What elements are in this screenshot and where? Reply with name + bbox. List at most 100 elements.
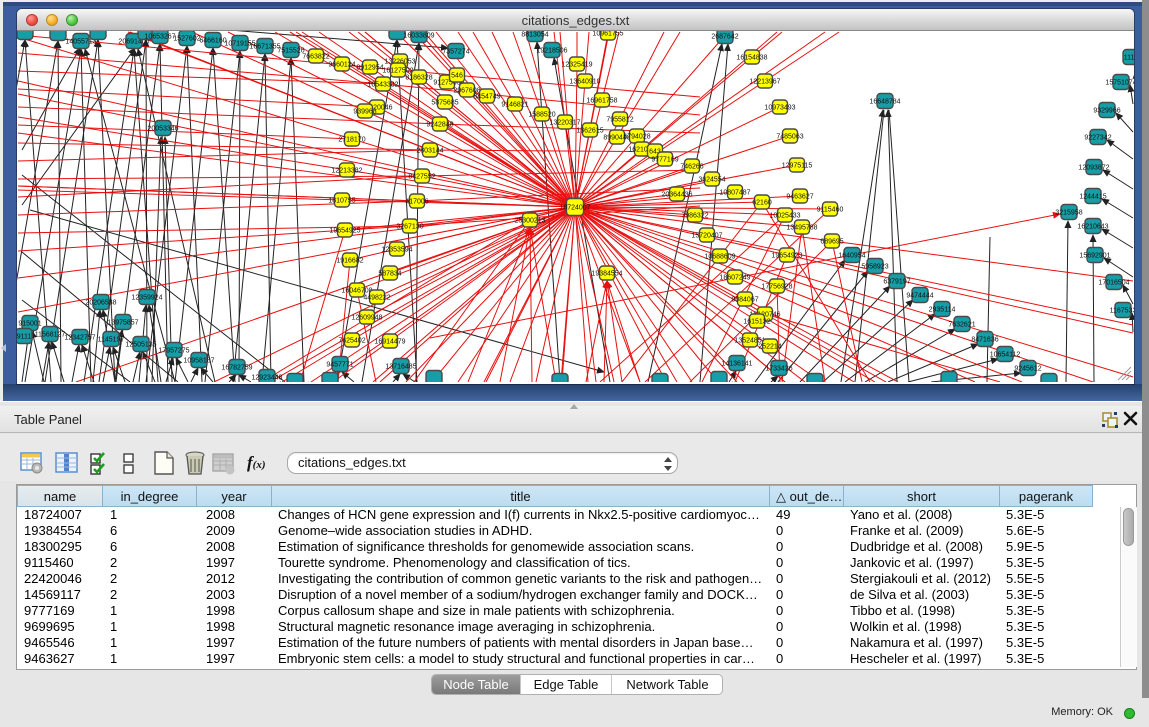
svg-text:2935114: 2935114 <box>929 307 956 314</box>
svg-text:12213382: 12213382 <box>331 168 362 175</box>
svg-text:6794028: 6794028 <box>623 134 650 141</box>
svg-text:9084067: 9084067 <box>731 297 758 304</box>
svg-text:546: 546 <box>451 73 463 80</box>
svg-text:10958187: 10958187 <box>183 358 214 365</box>
svg-text:19384554: 19384554 <box>591 271 622 278</box>
svg-text:9227342: 9227342 <box>1084 135 1111 142</box>
svg-text:18607249: 18607249 <box>719 275 750 282</box>
svg-text:16127502: 16127502 <box>382 68 413 75</box>
svg-text:16782759: 16782759 <box>221 365 252 372</box>
svg-text:7986322: 7986322 <box>681 213 708 220</box>
svg-text:13640910: 13640910 <box>569 79 600 86</box>
svg-text:9777169: 9777169 <box>651 157 678 164</box>
svg-text:9242848: 9242848 <box>426 122 453 129</box>
svg-text:1588520: 1588520 <box>528 112 555 119</box>
svg-text:1362615: 1362615 <box>576 128 603 135</box>
svg-text:19654925: 19654925 <box>329 228 360 235</box>
svg-text:20053346: 20053346 <box>147 126 178 133</box>
svg-text:16154838: 16154838 <box>736 55 767 62</box>
svg-text:12359924: 12359924 <box>131 295 162 302</box>
svg-text:7357274: 7357274 <box>442 49 469 56</box>
svg-text:5875685: 5875685 <box>431 100 458 107</box>
svg-text:1145197: 1145197 <box>98 337 125 344</box>
svg-text:3267130: 3267130 <box>396 224 423 231</box>
svg-text:7632621: 7632621 <box>948 322 975 329</box>
svg-text:4498222: 4498222 <box>363 295 390 302</box>
svg-text:9474444: 9474444 <box>906 293 933 300</box>
svg-text:9115460: 9115460 <box>817 207 844 214</box>
svg-text:19654923: 19654923 <box>771 253 802 260</box>
svg-text:15751074: 15751074 <box>1105 80 1134 87</box>
svg-text:12505135: 12505135 <box>125 342 156 349</box>
svg-text:2687642: 2687642 <box>711 34 738 41</box>
svg-text:10543382: 10543382 <box>367 82 398 89</box>
svg-text:10807487: 10807487 <box>719 190 750 197</box>
svg-text:8912954: 8912954 <box>356 65 383 72</box>
svg-text:20364436: 20364436 <box>661 192 692 199</box>
svg-text:1810755: 1810755 <box>328 198 355 205</box>
svg-text:9245612: 9245612 <box>1014 366 1041 373</box>
svg-text:13716485: 13716485 <box>385 364 416 371</box>
svg-text:2803144: 2803144 <box>416 148 443 155</box>
svg-text:10653267: 10653267 <box>144 34 175 41</box>
svg-text:16914479: 16914479 <box>374 339 405 346</box>
svg-text:16033809: 16033809 <box>403 33 434 40</box>
svg-text:6466160: 6466160 <box>199 38 226 45</box>
svg-text:7663822: 7663822 <box>302 54 329 61</box>
svg-text:20206538: 20206538 <box>85 300 116 307</box>
svg-text:417006: 417006 <box>405 199 428 206</box>
svg-text:7485063: 7485063 <box>776 134 803 141</box>
svg-text:8186328: 8186328 <box>405 75 432 82</box>
svg-text:13975857: 13975857 <box>107 320 138 327</box>
svg-text:16671355: 16671355 <box>249 44 280 51</box>
svg-text:17016504: 17016504 <box>1098 280 1129 287</box>
svg-text:12923448: 12923448 <box>251 375 282 382</box>
svg-text:9463627: 9463627 <box>786 194 813 201</box>
svg-text:16046708: 16046708 <box>341 288 372 295</box>
svg-text:10961755: 10961755 <box>592 31 623 38</box>
svg-text:8427552: 8427552 <box>408 174 435 181</box>
svg-text:10973493: 10973493 <box>764 105 795 112</box>
svg-text:15692901: 15692901 <box>1079 253 1110 260</box>
svg-text:12213967: 12213967 <box>749 79 780 86</box>
svg-text:7625402: 7625402 <box>338 338 365 345</box>
svg-text:9146821: 9146821 <box>501 102 528 109</box>
svg-text:10025433: 10025433 <box>769 213 800 220</box>
svg-text:587834: 587834 <box>378 271 401 278</box>
svg-text:746266: 746266 <box>680 164 703 171</box>
svg-text:11568127: 11568127 <box>35 332 66 339</box>
svg-text:6379197: 6379197 <box>883 279 910 286</box>
svg-text:9329966: 9329966 <box>1093 108 1120 115</box>
svg-text:1615132: 1615132 <box>743 319 770 326</box>
svg-text:12353594: 12353594 <box>381 247 412 254</box>
svg-text:12609948: 12609948 <box>351 315 382 322</box>
svg-text:689695: 689695 <box>820 239 843 246</box>
svg-text:12342757: 12342757 <box>64 335 95 342</box>
svg-text:62160: 62160 <box>752 200 772 207</box>
svg-text:7955812: 7955812 <box>606 117 633 124</box>
svg-text:16648784: 16648784 <box>869 99 900 106</box>
svg-text:1244415: 1244415 <box>1079 194 1106 201</box>
svg-text:1527602: 1527602 <box>173 36 200 43</box>
svg-text:1733426: 1733426 <box>765 366 792 373</box>
svg-text:12975115: 12975115 <box>782 163 813 170</box>
svg-text:9111: 9111 <box>17 334 31 341</box>
svg-text:915001: 915001 <box>18 321 41 328</box>
svg-text:3624554: 3624554 <box>698 177 725 184</box>
svg-text:5958923: 5958923 <box>861 264 888 271</box>
svg-text:939968: 939968 <box>353 109 376 116</box>
svg-text:1916682: 1916682 <box>336 258 363 265</box>
svg-text:17957275: 17957275 <box>158 348 189 355</box>
svg-text:9660124: 9660124 <box>328 62 355 69</box>
svg-text:12093872: 12093872 <box>1078 165 1109 172</box>
svg-text:8471636: 8471636 <box>971 337 998 344</box>
svg-text:12325419: 12325419 <box>561 62 592 69</box>
svg-text:10688609: 10688609 <box>704 254 735 261</box>
svg-text:1112: 1112 <box>1124 55 1134 62</box>
svg-text:16210643: 16210643 <box>1077 224 1108 231</box>
svg-text:9457771: 9457771 <box>326 362 353 369</box>
svg-text:1167533: 1167533 <box>1110 308 1134 315</box>
svg-text:19218506: 19218506 <box>536 48 567 55</box>
svg-text:7515526: 7515526 <box>277 48 304 55</box>
svg-text:18724007: 18724007 <box>559 205 590 212</box>
